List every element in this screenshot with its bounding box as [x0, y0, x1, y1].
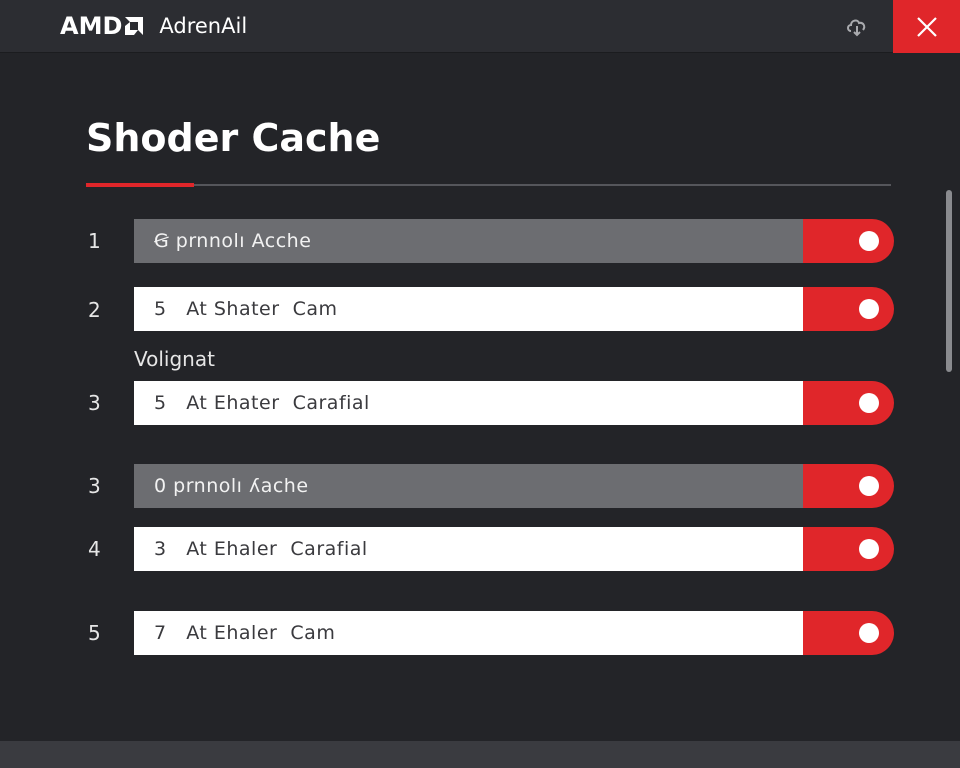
- cloud-button[interactable]: [840, 12, 874, 42]
- row-number: 5: [88, 621, 101, 645]
- row-number: 2: [88, 298, 101, 322]
- page-title: Shoder Cache: [86, 116, 381, 160]
- row-number: 3: [88, 474, 101, 498]
- cache-toggle[interactable]: [803, 464, 894, 508]
- amd-logo-text: AMD: [60, 12, 123, 40]
- cache-toggle[interactable]: [803, 287, 894, 331]
- toggle-knob: [859, 299, 879, 319]
- section-label: Volignat: [134, 347, 215, 371]
- title-accent-underline: [86, 183, 194, 187]
- cache-toggle[interactable]: [803, 219, 894, 263]
- toggle-knob: [859, 623, 879, 643]
- cache-row[interactable]: 5 At Ehater Carafial: [134, 381, 804, 425]
- cache-toggle[interactable]: [803, 381, 894, 425]
- toggle-knob: [859, 231, 879, 251]
- close-button[interactable]: [893, 0, 960, 53]
- amd-logo: AMD: [60, 12, 145, 40]
- cloud-icon: [847, 19, 866, 37]
- title-divider: [86, 184, 891, 186]
- toggle-knob: [859, 539, 879, 559]
- cache-row[interactable]: Ꞡ prnnolı Acche: [134, 219, 804, 263]
- amd-arrow-icon: [125, 17, 144, 35]
- row-number: 4: [88, 537, 101, 561]
- toggle-knob: [859, 476, 879, 496]
- app-name: AdrenAil: [159, 14, 248, 38]
- row-number: 3: [88, 391, 101, 415]
- scrollbar-thumb[interactable]: [946, 190, 952, 372]
- row-number: 1: [88, 229, 101, 253]
- cache-row[interactable]: 3 At Ehaler Carafial: [134, 527, 804, 571]
- title-bar: AMD AdrenAil: [0, 0, 960, 53]
- cache-toggle[interactable]: [803, 611, 894, 655]
- close-icon: [916, 16, 937, 37]
- footer-bar: [0, 741, 960, 768]
- cache-row[interactable]: 0 prnnolı ʎache: [134, 464, 804, 508]
- cache-toggle[interactable]: [803, 527, 894, 571]
- brand: AMD AdrenAil: [60, 12, 247, 40]
- toggle-knob: [859, 393, 879, 413]
- cache-row[interactable]: 5 At Shater Cam: [134, 287, 804, 331]
- cache-row[interactable]: 7 At Ehaler Cam: [134, 611, 804, 655]
